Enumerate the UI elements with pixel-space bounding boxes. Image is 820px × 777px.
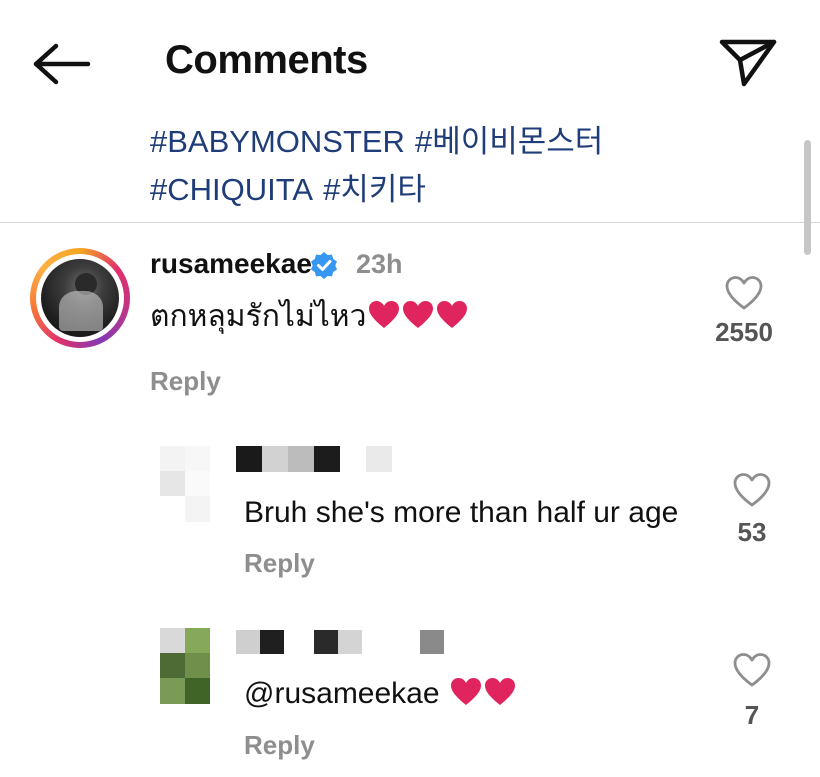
caption: #BABYMONSTER #베이비몬스터 #CHIQUITA #치키타	[150, 118, 710, 214]
hashtag-chiquita-korean[interactable]: #치키타	[323, 166, 426, 214]
reply-button[interactable]: Reply	[244, 548, 315, 579]
comment-username[interactable]: rusameekae	[150, 248, 312, 280]
reply-text: @rusameekae	[244, 677, 516, 711]
like-button[interactable]	[732, 472, 772, 508]
red-heart-icon	[403, 301, 434, 328]
hashtag-chiquita[interactable]: #CHIQUITA	[150, 166, 313, 214]
heart-outline-icon	[725, 276, 763, 310]
header: Comments	[0, 0, 820, 118]
like-count: 53	[737, 517, 767, 547]
scrollbar[interactable]	[804, 140, 811, 255]
red-heart-icon	[369, 301, 400, 328]
comment-text: ตกหลุมรักไม่ไหว	[150, 293, 468, 340]
avatar-censored[interactable]	[160, 628, 210, 704]
red-heart-icon	[437, 301, 468, 328]
paper-plane-icon	[719, 39, 777, 87]
hashtag-babymonster-korean[interactable]: #베이비몬스터	[415, 118, 603, 166]
reply-button[interactable]: Reply	[244, 730, 315, 761]
username-censored[interactable]	[236, 446, 396, 472]
share-button[interactable]	[718, 36, 778, 88]
hashtag-babymonster[interactable]: #BABYMONSTER	[150, 118, 405, 166]
like-count: 2550	[715, 317, 773, 347]
red-heart-icon	[450, 678, 481, 705]
reply-text: Bruh she's more than half ur age	[244, 496, 679, 529]
like-button[interactable]	[732, 652, 772, 688]
reply-mention[interactable]: @rusameekae	[244, 677, 440, 710]
comment-body: ตกหลุมรักไม่ไหว	[150, 300, 367, 333]
heart-outline-icon	[733, 653, 771, 687]
heart-outline-icon	[733, 473, 771, 507]
username-censored[interactable]	[236, 630, 446, 654]
comments-screen: Comments #BABYMONSTER #베이비몬스터 #CHIQUITA #치…	[0, 0, 820, 777]
red-heart-icon	[484, 678, 515, 705]
like-button[interactable]	[724, 275, 764, 311]
avatar-censored[interactable]	[160, 446, 210, 522]
avatar[interactable]	[30, 248, 130, 348]
reply-button[interactable]: Reply	[150, 366, 221, 397]
back-button[interactable]	[30, 42, 94, 86]
like-count: 7	[744, 700, 760, 730]
avatar-photo	[41, 259, 119, 337]
page-title: Comments	[165, 38, 368, 82]
arrow-left-icon	[33, 43, 91, 85]
comment-time: 23h	[356, 249, 403, 279]
divider	[0, 222, 820, 223]
verified-badge-icon	[311, 252, 337, 279]
